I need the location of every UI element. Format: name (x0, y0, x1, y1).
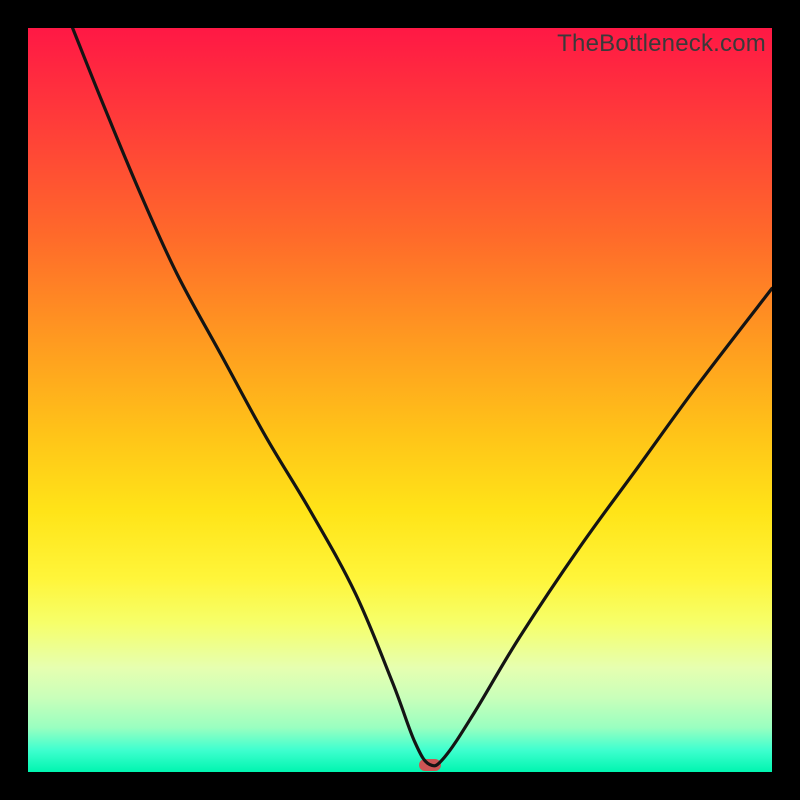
plot-area: TheBottleneck.com (28, 28, 772, 772)
curve-path (73, 28, 772, 766)
chart-frame: TheBottleneck.com (0, 0, 800, 800)
watermark-text: TheBottleneck.com (557, 30, 766, 58)
bottleneck-curve (28, 28, 772, 772)
